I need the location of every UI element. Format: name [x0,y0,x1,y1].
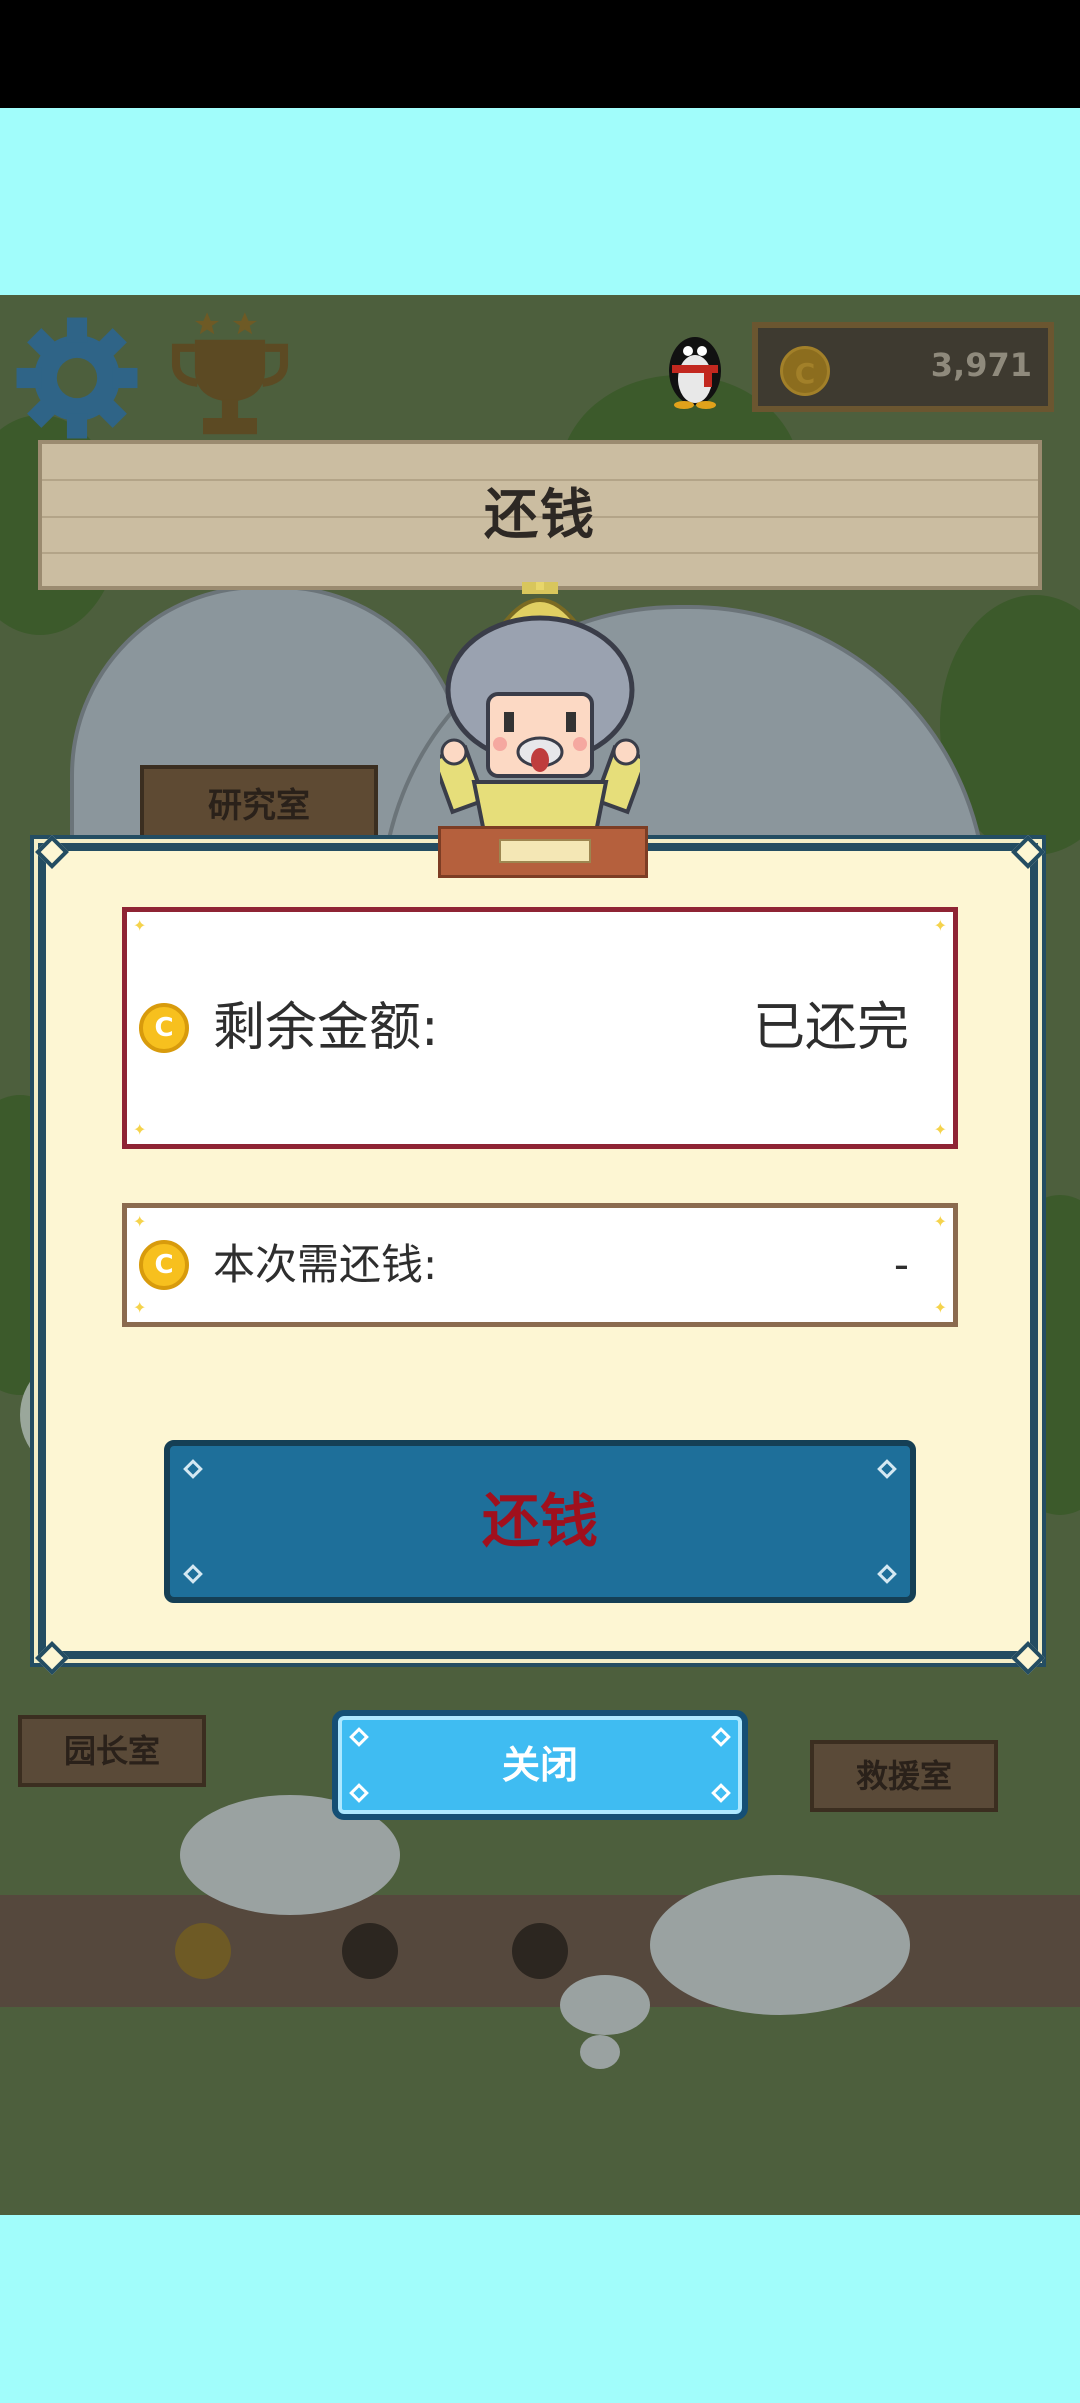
page-title: 还钱 [484,483,596,546]
coin-balance: 3,971 [930,346,1032,384]
repayment-due-label: 本次需还钱: [213,1240,438,1289]
sign-research: 研究室 [140,765,378,847]
coin-icon: C [139,1240,189,1290]
character-desk [438,826,648,878]
bottom-letterbox [0,2215,1080,2403]
status-bar-area [0,0,1080,108]
coin-icon: C [780,346,830,396]
remaining-amount-field: ✦ ✦ ✦ ✦ C 剩余金额: 已还完 [122,907,958,1149]
qq-penguin-icon[interactable] [660,325,730,409]
sign-rescue: 救援室 [810,1740,998,1812]
cloud [650,1875,910,2015]
repayment-due-field: ✦ ✦ ✦ ✦ C 本次需还钱: - [122,1203,958,1327]
trophy-icon[interactable] [160,310,300,445]
close-button[interactable]: 关闭 [332,1710,748,1820]
cloud [580,2035,620,2069]
top-letterbox [0,108,1080,295]
gear-icon[interactable] [14,315,140,441]
cloud [560,1975,650,2035]
coin-icon: C [139,1003,189,1053]
desk-nameplate [499,839,591,863]
sign-director: 园长室 [18,1715,206,1787]
remaining-amount-value: 已还完 [752,998,909,1058]
repay-button-label: 还钱 [481,1487,598,1555]
road-marker [512,1923,568,1979]
road-marker [175,1923,231,1979]
remaining-amount-label: 剩余金额: [213,998,439,1058]
repayment-due-value: - [893,1240,909,1289]
repay-button[interactable]: 还钱 [164,1440,916,1603]
title-banner: 还钱 [38,440,1042,590]
close-button-label: 关闭 [501,1743,578,1787]
coin-balance-panel: C 3,971 [752,322,1054,412]
road [0,1895,1080,2007]
road-marker [342,1923,398,1979]
